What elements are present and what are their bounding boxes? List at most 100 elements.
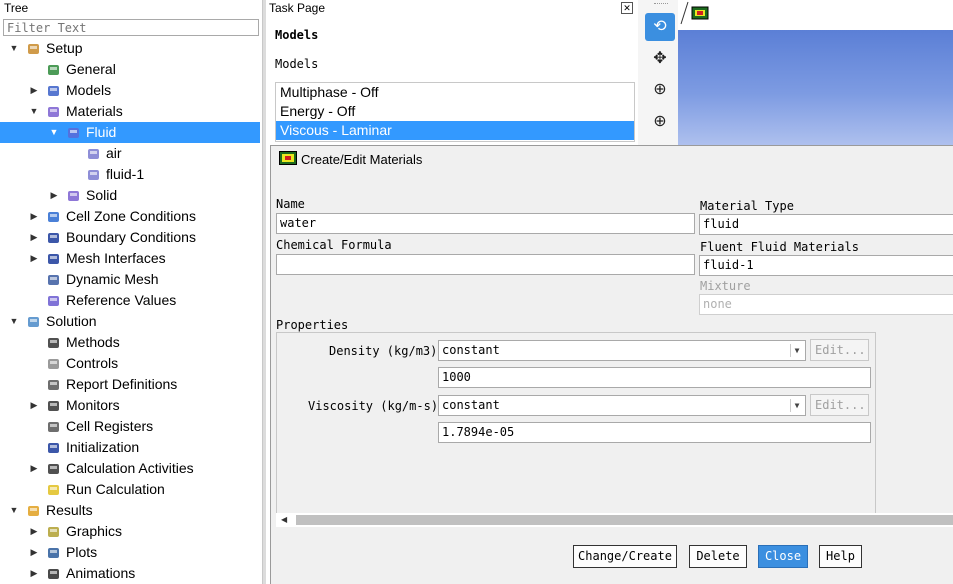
zoom-icon[interactable]: ⊕ bbox=[645, 76, 675, 104]
expand-arrow-icon[interactable]: ▼ bbox=[49, 122, 59, 143]
collapse-arrow-icon[interactable]: ▶ bbox=[29, 542, 39, 563]
zoom-to-area-icon[interactable]: ⊕ bbox=[645, 108, 675, 136]
chevron-down-icon[interactable]: ▼ bbox=[790, 399, 803, 412]
properties-horizontal-scrollbar[interactable]: ◀ bbox=[276, 513, 953, 527]
graphics-window[interactable] bbox=[678, 0, 953, 145]
tree-item-label: Solution bbox=[46, 313, 97, 329]
monitors-icon bbox=[46, 398, 61, 413]
density-method-value: constant bbox=[442, 343, 500, 357]
tree-item-label: air bbox=[106, 145, 122, 161]
create-edit-materials-dialog: Create/Edit Materials Name water Chemica… bbox=[270, 145, 953, 584]
tree-item-plots[interactable]: ▶ Plots bbox=[0, 542, 260, 563]
change-create-button[interactable]: Change/Create bbox=[573, 545, 677, 568]
graphics-tab-icon[interactable] bbox=[678, 0, 718, 26]
models-icon bbox=[46, 83, 61, 98]
toolbar-grip[interactable] bbox=[654, 3, 668, 6]
density-edit-button[interactable]: Edit... bbox=[810, 339, 869, 361]
tree-item-dynamic-mesh[interactable]: Dynamic Mesh bbox=[0, 269, 260, 290]
tree-item-results[interactable]: ▼ Results bbox=[0, 500, 260, 521]
models-list-item-energy[interactable]: Energy - Off bbox=[276, 102, 634, 121]
tree-item-label: Mesh Interfaces bbox=[66, 250, 166, 266]
expand-arrow-icon[interactable]: ▼ bbox=[9, 311, 19, 332]
tree-item-fluid-1[interactable]: fluid-1 bbox=[0, 164, 260, 185]
close-button[interactable]: Close bbox=[758, 545, 808, 568]
tree-item-report-definitions[interactable]: Report Definitions bbox=[0, 374, 260, 395]
tree-item-boundary-conditions[interactable]: ▶ Boundary Conditions bbox=[0, 227, 260, 248]
viscosity-edit-button[interactable]: Edit... bbox=[810, 394, 869, 416]
collapse-arrow-icon[interactable]: ▶ bbox=[29, 563, 39, 584]
tree-item-solution[interactable]: ▼ Solution bbox=[0, 311, 260, 332]
setup-icon bbox=[26, 41, 41, 56]
name-field[interactable]: water bbox=[276, 213, 695, 234]
tree-item-fluid[interactable]: ▼ Fluid bbox=[0, 122, 260, 143]
collapse-arrow-icon[interactable]: ▶ bbox=[29, 521, 39, 542]
chevron-down-icon[interactable]: ▼ bbox=[790, 344, 803, 357]
models-list-item-viscous[interactable]: Viscous - Laminar bbox=[276, 121, 634, 140]
mesh-interfaces-icon bbox=[46, 251, 61, 266]
viscosity-value-field[interactable]: 1.7894e-05 bbox=[438, 422, 871, 443]
scroll-left-icon[interactable]: ◀ bbox=[281, 513, 287, 527]
collapse-arrow-icon[interactable]: ▶ bbox=[29, 458, 39, 479]
help-button[interactable]: Help bbox=[819, 545, 862, 568]
collapse-arrow-icon[interactable]: ▶ bbox=[29, 248, 39, 269]
tree-item-general[interactable]: General bbox=[0, 59, 260, 80]
tree-item-label: Reference Values bbox=[66, 292, 177, 308]
expand-arrow-icon[interactable]: ▼ bbox=[9, 500, 19, 521]
tree-item-mesh-interfaces[interactable]: ▶ Mesh Interfaces bbox=[0, 248, 260, 269]
tree-item-monitors[interactable]: ▶ Monitors bbox=[0, 395, 260, 416]
models-list[interactable]: Multiphase - Off Energy - Off Viscous - … bbox=[275, 82, 635, 142]
collapse-arrow-icon[interactable]: ▶ bbox=[29, 80, 39, 101]
tree-item-cell-registers[interactable]: Cell Registers bbox=[0, 416, 260, 437]
dialog-title: Create/Edit Materials bbox=[301, 152, 423, 167]
tree-item-setup[interactable]: ▼ Setup bbox=[0, 38, 260, 59]
collapse-arrow-icon[interactable]: ▶ bbox=[29, 395, 39, 416]
chemical-formula-label: Chemical Formula bbox=[276, 238, 392, 252]
tree-item-label: Setup bbox=[46, 40, 83, 56]
tree-item-controls[interactable]: Controls bbox=[0, 353, 260, 374]
tree-item-methods[interactable]: Methods bbox=[0, 332, 260, 353]
tree-item-air[interactable]: air bbox=[0, 143, 260, 164]
tree-item-cell-zone-conditions[interactable]: ▶ Cell Zone Conditions bbox=[0, 206, 260, 227]
calculation-activities-icon bbox=[46, 461, 61, 476]
run-calculation-icon bbox=[46, 482, 61, 497]
tree-item-reference-values[interactable]: Reference Values bbox=[0, 290, 260, 311]
tree-item-materials[interactable]: ▼ Materials bbox=[0, 101, 260, 122]
tree-item-label: Initialization bbox=[66, 439, 140, 455]
chemical-formula-field[interactable] bbox=[276, 254, 695, 275]
scrollbar-thumb[interactable] bbox=[296, 515, 953, 525]
pan-icon[interactable]: ✥ bbox=[645, 45, 675, 73]
report-definitions-icon bbox=[46, 377, 61, 392]
expand-arrow-icon[interactable]: ▼ bbox=[29, 101, 39, 122]
tree-item-label: Boundary Conditions bbox=[66, 229, 196, 245]
tree-item-graphics[interactable]: ▶ Graphics bbox=[0, 521, 260, 542]
collapse-arrow-icon[interactable]: ▶ bbox=[29, 227, 39, 248]
tree-item-run-calculation[interactable]: Run Calculation bbox=[0, 479, 260, 500]
tree-item-solid[interactable]: ▶ Solid bbox=[0, 185, 260, 206]
density-value-field[interactable]: 1000 bbox=[438, 367, 871, 388]
tree-item-models[interactable]: ▶ Models bbox=[0, 80, 260, 101]
delete-button[interactable]: Delete bbox=[689, 545, 747, 568]
graphics-toolbar: ⟲ ✥ ⊕ ⊕ bbox=[638, 0, 678, 145]
collapse-arrow-icon[interactable]: ▶ bbox=[29, 206, 39, 227]
models-list-item-multiphase[interactable]: Multiphase - Off bbox=[276, 83, 634, 102]
filter-text-input[interactable] bbox=[3, 19, 259, 36]
models-list-label: Models bbox=[275, 57, 319, 71]
graphics-icon bbox=[46, 524, 61, 539]
collapse-arrow-icon[interactable]: ▶ bbox=[49, 185, 59, 206]
tree-item-label: Animations bbox=[66, 565, 136, 581]
expand-arrow-icon[interactable]: ▼ bbox=[9, 38, 19, 59]
fluent-fluid-materials-select[interactable]: fluid-1 bbox=[699, 255, 953, 276]
tree-item-calculation-activities[interactable]: ▶ Calculation Activities bbox=[0, 458, 260, 479]
properties-label: Properties bbox=[276, 318, 349, 332]
materials-icon bbox=[46, 104, 61, 119]
material-type-select[interactable]: fluid bbox=[699, 214, 953, 235]
graphics-viewport[interactable] bbox=[678, 30, 953, 145]
density-method-select[interactable]: constant ▼ bbox=[438, 340, 806, 361]
tree-item-animations[interactable]: ▶ Animations bbox=[0, 563, 260, 584]
viscosity-method-select[interactable]: constant ▼ bbox=[438, 395, 806, 416]
task-page-close-icon[interactable]: ✕ bbox=[621, 2, 633, 14]
tree-item-initialization[interactable]: Initialization bbox=[0, 437, 260, 458]
methods-icon bbox=[46, 335, 61, 350]
rotate-view-icon[interactable]: ⟲ bbox=[645, 13, 675, 41]
properties-panel: Density (kg/m3) constant ▼ Edit... 1000 … bbox=[276, 332, 876, 527]
